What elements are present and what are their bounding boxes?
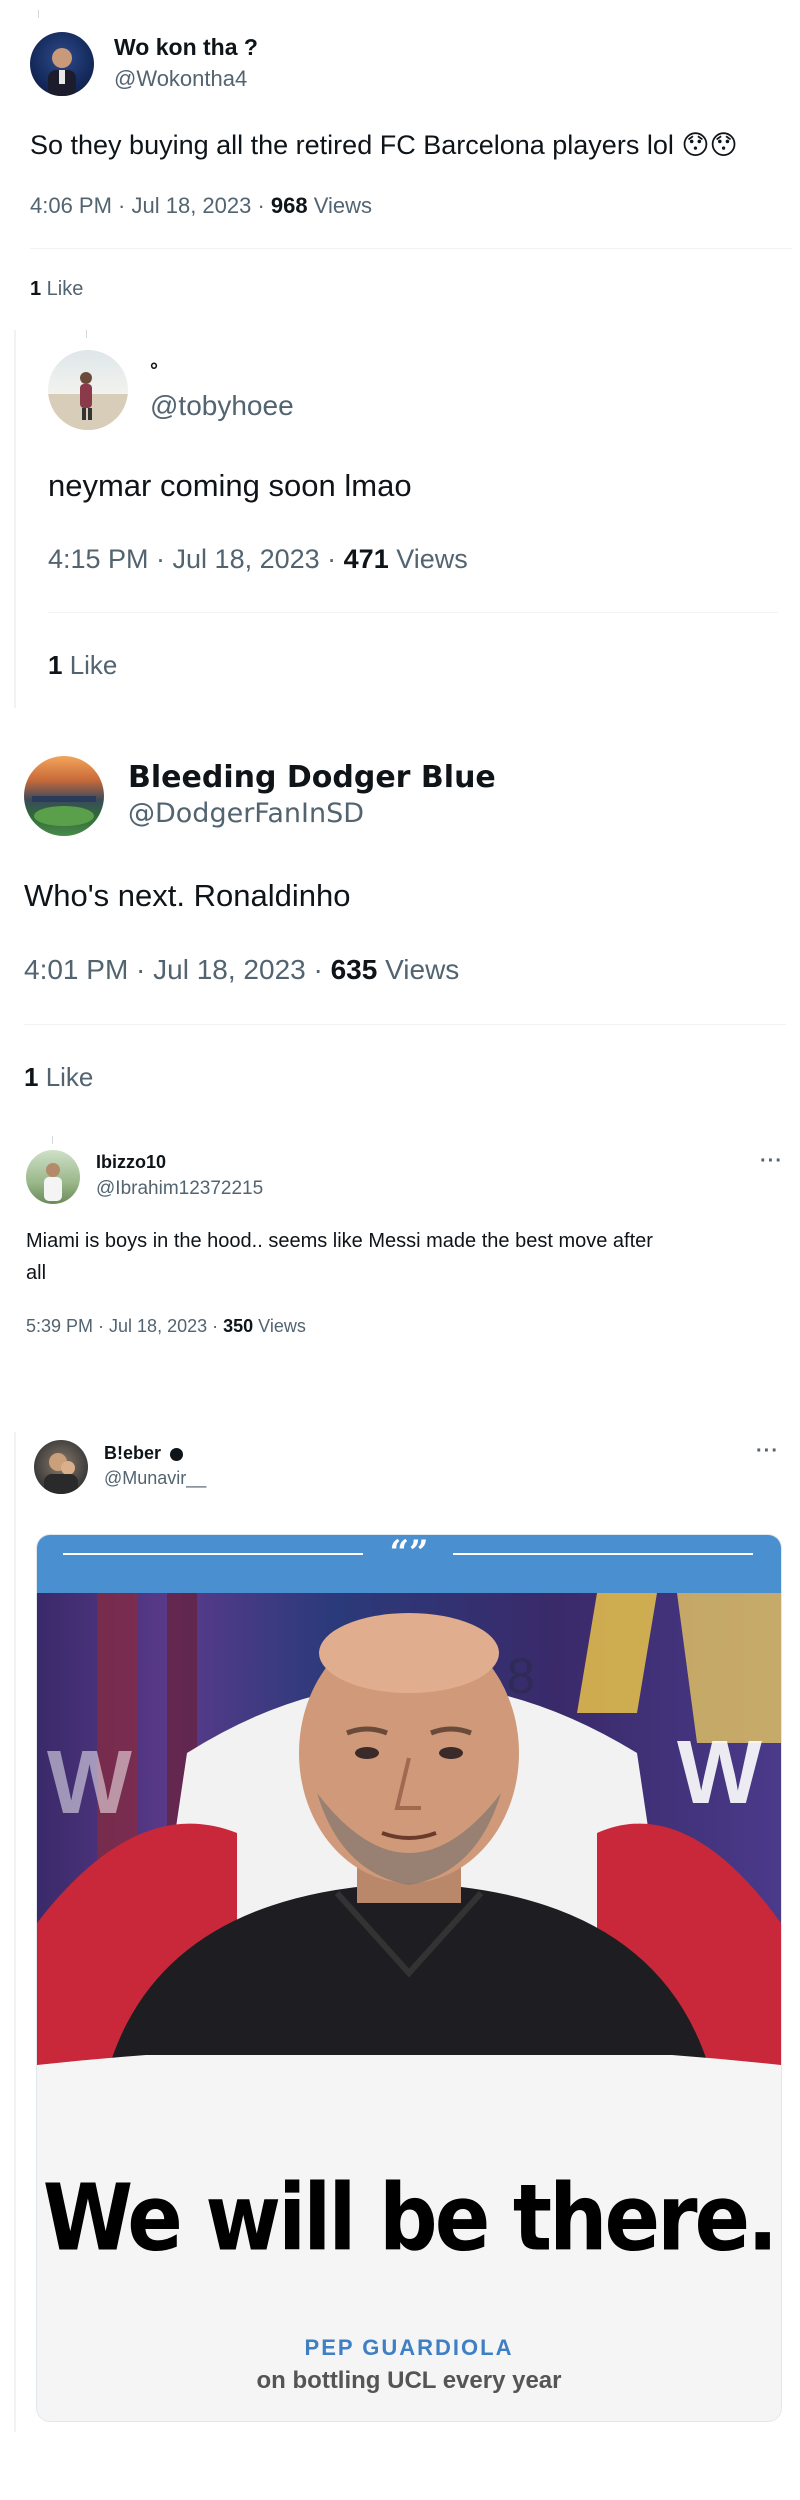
- likes-stat[interactable]: 1 Like: [24, 1062, 93, 1093]
- card-headline: We will be there.: [42, 2165, 779, 2272]
- likes-label: Like: [62, 650, 118, 680]
- divider: [30, 248, 792, 249]
- likes-count: 1: [24, 1062, 39, 1092]
- tweet-text-line-2: all: [26, 1262, 47, 1284]
- divider: [24, 1024, 786, 1025]
- tweet-text: Who's next. Ronaldinho: [24, 878, 351, 913]
- display-name[interactable]: Wo kon tha ?: [114, 34, 258, 61]
- views-count: 350: [223, 1316, 254, 1336]
- views-label: Views: [388, 544, 468, 574]
- card-rule-left: [63, 1553, 363, 1555]
- timestamp[interactable]: 4:15 PM · Jul 18, 2023 ·: [48, 544, 344, 574]
- user-handle[interactable]: @Wokontha4: [114, 66, 247, 92]
- tweet-text: So they buying all the retired FC Barcel…: [30, 130, 738, 160]
- likes-label: Like: [41, 278, 84, 300]
- divider: [48, 612, 778, 613]
- avatar[interactable]: [48, 350, 128, 430]
- thread-connector: [38, 10, 39, 18]
- user-handle[interactable]: @tobyhoee: [150, 390, 294, 422]
- user-handle[interactable]: @Munavir__: [104, 1468, 206, 1489]
- media-card[interactable]: “” W W 8 We will be there. PEP GUARDIOLA…: [36, 1534, 782, 2422]
- avatar[interactable]: [24, 756, 104, 836]
- svg-text:8: 8: [507, 1648, 535, 1704]
- thread-connector: [86, 330, 87, 338]
- tweet-meta: 4:15 PM · Jul 18, 2023 · 471 Views: [48, 544, 468, 575]
- quote-marks-icon: “”: [389, 1534, 429, 1573]
- views-label: Views: [377, 954, 460, 985]
- likes-count: 1: [30, 278, 42, 300]
- likes-count: 1: [48, 650, 63, 680]
- views-label: Views: [307, 193, 373, 218]
- views-count: 635: [330, 954, 378, 985]
- timestamp[interactable]: 4:01 PM · Jul 18, 2023 ·: [24, 954, 331, 985]
- display-name[interactable]: °: [150, 360, 158, 383]
- more-options-icon[interactable]: ···: [760, 1150, 783, 1173]
- display-name[interactable]: Bleeding Dodger Blue: [128, 760, 496, 795]
- display-name[interactable]: Ibizzo10: [96, 1152, 166, 1173]
- views-count: 968: [270, 193, 308, 218]
- user-handle[interactable]: @DodgerFanInSD: [128, 798, 364, 829]
- status-dot-icon: [170, 1447, 184, 1461]
- tweet-text: neymar coming soon lmao: [48, 468, 412, 503]
- svg-text:W: W: [47, 1733, 132, 1833]
- timestamp[interactable]: 5:39 PM · Jul 18, 2023 ·: [26, 1316, 223, 1336]
- card-rule-right: [453, 1553, 753, 1555]
- card-header-band: “”: [37, 1535, 781, 1593]
- timestamp[interactable]: 4:06 PM · Jul 18, 2023 ·: [30, 193, 271, 218]
- card-caption: on bottling UCL every year: [256, 2367, 562, 2394]
- tweet-meta: 4:06 PM · Jul 18, 2023 · 968 Views: [30, 193, 372, 219]
- avatar[interactable]: [26, 1150, 80, 1204]
- card-photo: W W 8: [37, 1593, 781, 2123]
- views-label: Views: [253, 1316, 306, 1336]
- svg-text:W: W: [677, 1723, 762, 1823]
- display-name[interactable]: B!eber: [104, 1443, 184, 1464]
- avatar[interactable]: [30, 32, 94, 96]
- likes-stat[interactable]: 1 Like: [30, 278, 83, 301]
- user-handle[interactable]: @Ibrahim12372215: [96, 1178, 263, 1200]
- likes-stat[interactable]: 1 Like: [48, 650, 117, 681]
- tweet-text-line-1: Miami is boys in the hood.. seems like M…: [26, 1230, 653, 1252]
- avatar[interactable]: [34, 1440, 88, 1494]
- card-attribution: PEP GUARDIOLA: [304, 2335, 514, 2360]
- thread-connector: [52, 1136, 53, 1144]
- reply-thread-line: [14, 330, 16, 708]
- likes-label: Like: [38, 1062, 94, 1092]
- reply-thread-line: [14, 1432, 16, 2432]
- more-options-icon[interactable]: ···: [756, 1440, 779, 1463]
- views-count: 471: [343, 544, 389, 574]
- tweet-meta: 4:01 PM · Jul 18, 2023 · 635 Views: [24, 954, 459, 986]
- display-name-text: B!eber: [104, 1443, 162, 1463]
- tweet-meta: 5:39 PM · Jul 18, 2023 · 350 Views: [26, 1316, 306, 1337]
